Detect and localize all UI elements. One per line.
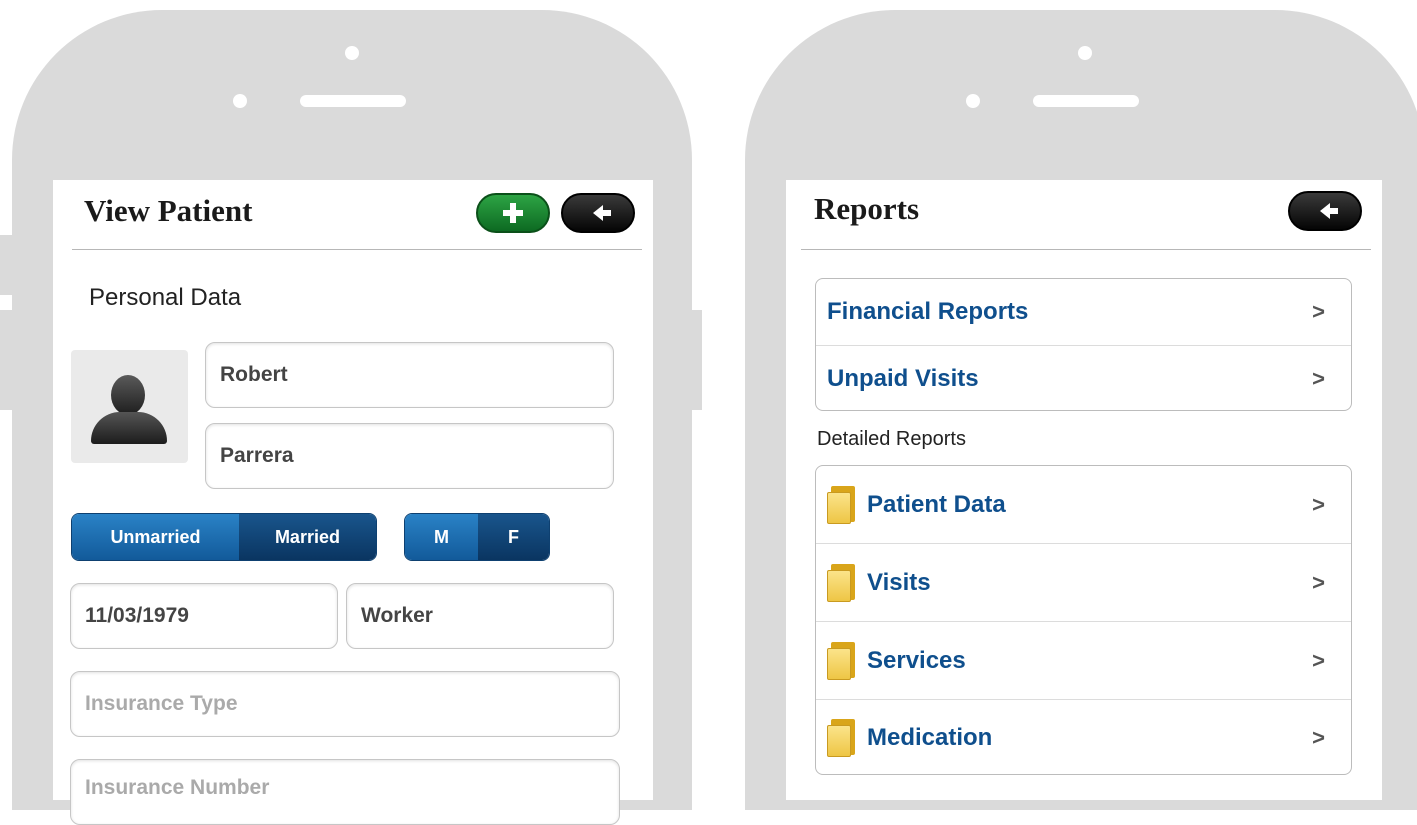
power-button [690, 310, 702, 410]
page-title: View Patient [84, 193, 253, 228]
camera-dot [345, 46, 359, 60]
back-arrow-icon [593, 205, 611, 221]
marital-status-control[interactable]: Unmarried Married [71, 513, 377, 561]
page-title: Reports [814, 191, 920, 226]
person-icon [111, 375, 145, 415]
camera-dot [1078, 46, 1092, 60]
list-item-services[interactable]: Services > [816, 622, 1351, 699]
person-icon-body [91, 412, 167, 444]
list-item-label: Patient Data [867, 490, 1006, 518]
plus-icon [503, 203, 523, 223]
segment-female[interactable]: F [477, 514, 549, 560]
add-button[interactable] [476, 193, 550, 233]
speaker-slot [300, 95, 406, 107]
header-divider [801, 249, 1371, 250]
birth-date-field[interactable]: 11/03/1979 [70, 583, 338, 649]
sensor-dot [233, 94, 247, 108]
list-item-visits[interactable]: Visits > [816, 544, 1351, 621]
list-item-label: Services [867, 646, 966, 674]
speaker-slot [1033, 95, 1139, 107]
insurance-type-field[interactable]: Insurance Type [70, 671, 620, 737]
list-item-label: Medication [867, 724, 993, 751]
segment-unmarried[interactable]: Unmarried [72, 514, 239, 560]
list-item-label: Visits [867, 568, 931, 596]
section-title: Personal Data [89, 284, 242, 311]
insurance-number-field[interactable]: Insurance Number [70, 759, 620, 825]
list-item-patient-data[interactable]: Patient Data > [816, 466, 1351, 543]
folder-icon [827, 641, 857, 680]
sensor-dot [966, 94, 980, 108]
first-name-field[interactable]: Robert [205, 342, 614, 408]
reports-list: Financial Reports > Unpaid Visits > [815, 278, 1352, 411]
chevron-right-icon: > [1312, 647, 1325, 673]
last-name-field[interactable]: Parrera [205, 423, 614, 489]
back-button[interactable] [561, 193, 635, 233]
folder-icon [827, 485, 857, 524]
folder-icon [827, 563, 857, 602]
gender-control[interactable]: M F [404, 513, 550, 561]
section-heading: Detailed Reports [817, 428, 966, 450]
chevron-right-icon: > [1312, 725, 1325, 750]
volume-button [0, 310, 14, 410]
volume-button [0, 235, 14, 295]
avatar[interactable] [71, 350, 188, 463]
chevron-right-icon: > [1312, 569, 1325, 595]
detailed-reports-list: Patient Data > Visits > Services > Medic… [815, 465, 1352, 775]
folder-icon [827, 719, 857, 757]
segment-married[interactable]: Married [238, 514, 376, 560]
chevron-right-icon: > [1312, 491, 1325, 517]
segment-male[interactable]: M [405, 514, 478, 560]
list-item-financial-reports[interactable]: Financial Reports > [816, 279, 1351, 345]
list-item-medication[interactable]: Medication > [816, 700, 1351, 776]
back-button[interactable] [1288, 191, 1362, 231]
occupation-field[interactable]: Worker [346, 583, 614, 649]
chevron-right-icon: > [1312, 366, 1325, 391]
chevron-right-icon: > [1312, 299, 1325, 324]
header-divider [72, 249, 642, 250]
back-arrow-icon [1320, 203, 1338, 219]
list-item-label: Unpaid Visits [827, 365, 979, 392]
list-item-label: Financial Reports [827, 298, 1029, 325]
list-item-unpaid-visits[interactable]: Unpaid Visits > [816, 346, 1351, 412]
